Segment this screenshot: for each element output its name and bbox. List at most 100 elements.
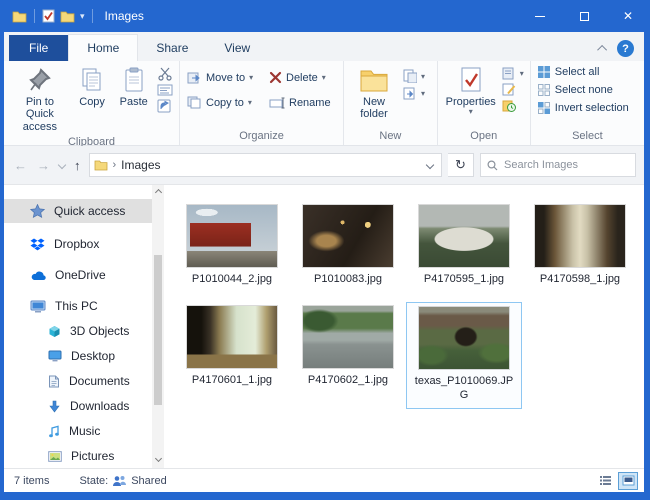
maximize-icon bbox=[580, 12, 589, 21]
address-bar[interactable]: › Images bbox=[89, 153, 443, 177]
search-icon bbox=[487, 160, 498, 171]
sidebar-item-desktop[interactable]: Desktop bbox=[4, 344, 166, 368]
sidebar-label: Documents bbox=[69, 374, 130, 388]
pin-label: Pin to Quick access bbox=[11, 96, 69, 133]
paste-icon bbox=[122, 67, 146, 93]
new-folder-label: New folder bbox=[351, 96, 397, 121]
large-icons-view-icon bbox=[622, 475, 635, 486]
details-view-icon bbox=[599, 475, 612, 486]
pushpin-icon bbox=[28, 67, 52, 93]
scroll-up-icon bbox=[154, 189, 161, 196]
main-area: Quick access Dropbox OneDrive This PC 3D… bbox=[4, 184, 644, 468]
onedrive-cloud-icon bbox=[30, 270, 46, 281]
sidebar-item-pictures[interactable]: Pictures bbox=[4, 444, 166, 468]
easy-access-icon bbox=[402, 86, 417, 100]
properties-qat-icon[interactable] bbox=[42, 9, 55, 23]
quick-access-star-icon bbox=[30, 204, 45, 218]
files-row-2: P4170601_1.jpg P4170602_1.jpg texas_P101… bbox=[174, 302, 644, 409]
file-thumbnail bbox=[419, 205, 509, 267]
sidebar-label: OneDrive bbox=[55, 268, 106, 282]
music-note-icon bbox=[48, 425, 60, 438]
edit-button[interactable] bbox=[502, 83, 524, 96]
tab-share[interactable]: Share bbox=[138, 35, 206, 61]
new-item-icon bbox=[402, 69, 417, 83]
customize-qat-dropdown-icon[interactable]: ▾ bbox=[80, 11, 85, 22]
open-button[interactable]: ▾ bbox=[502, 67, 524, 80]
divider bbox=[34, 9, 35, 23]
open-group-label: Open bbox=[438, 129, 530, 145]
sidebar-item-quick-access[interactable]: Quick access bbox=[4, 199, 152, 223]
copy-button[interactable]: Copy bbox=[72, 65, 113, 110]
breadcrumb-separator: › bbox=[113, 159, 117, 171]
ribbon-tab-strip: File Home Share View ? bbox=[4, 32, 644, 61]
minimize-ribbon-icon[interactable] bbox=[597, 45, 607, 55]
file-name: P4170595_1.jpg bbox=[410, 272, 518, 286]
sidebar-scrollbar[interactable] bbox=[152, 185, 164, 468]
sidebar-item-this-pc[interactable]: This PC bbox=[4, 294, 166, 318]
details-view-button[interactable] bbox=[595, 472, 615, 490]
invert-selection-label: Invert selection bbox=[555, 102, 629, 114]
move-to-button[interactable]: Move to ▾ bbox=[184, 69, 266, 86]
sidebar-label: Desktop bbox=[71, 349, 115, 363]
history-button[interactable] bbox=[502, 99, 524, 112]
delete-button[interactable]: Delete ▾ bbox=[266, 69, 329, 86]
copy-label: Copy bbox=[79, 96, 105, 108]
large-icons-view-button[interactable] bbox=[618, 472, 638, 490]
minimize-button[interactable] bbox=[518, 0, 562, 32]
paste-shortcut-button[interactable] bbox=[157, 99, 173, 113]
file-tile[interactable]: P4170602_1.jpg bbox=[290, 302, 406, 393]
invert-selection-button[interactable]: Invert selection bbox=[535, 101, 631, 115]
pin-to-quick-access-button[interactable]: Pin to Quick access bbox=[8, 65, 72, 135]
maximize-button[interactable] bbox=[562, 0, 606, 32]
title-bar: ▾ Images ✕ bbox=[0, 0, 650, 32]
new-item-button[interactable]: ▾ bbox=[402, 69, 425, 83]
sidebar-item-dropbox[interactable]: Dropbox bbox=[4, 232, 166, 256]
organize-group-label: Organize bbox=[180, 129, 343, 145]
new-folder-qat-icon[interactable] bbox=[60, 10, 75, 23]
paste-button[interactable]: Paste bbox=[112, 65, 155, 110]
new-folder-button[interactable]: New folder bbox=[348, 65, 400, 123]
up-button[interactable]: ↑ bbox=[72, 158, 83, 173]
search-input[interactable] bbox=[504, 159, 629, 171]
tab-home[interactable]: Home bbox=[68, 34, 138, 61]
file-tile[interactable]: P4170601_1.jpg bbox=[174, 302, 290, 393]
sidebar-item-documents[interactable]: Documents bbox=[4, 369, 166, 393]
cut-button[interactable] bbox=[157, 67, 173, 81]
tab-file[interactable]: File bbox=[9, 35, 68, 61]
help-icon[interactable]: ? bbox=[617, 40, 634, 57]
copy-to-button[interactable]: Copy to ▾ bbox=[184, 94, 266, 111]
scrollbar-thumb[interactable] bbox=[154, 255, 162, 405]
tab-view[interactable]: View bbox=[206, 35, 268, 61]
file-tile[interactable]: P4170598_1.jpg bbox=[522, 201, 638, 292]
file-name: P1010044_2.jpg bbox=[178, 272, 286, 286]
rename-button[interactable]: Rename bbox=[266, 94, 334, 111]
refresh-button[interactable]: ↻ bbox=[448, 153, 474, 177]
divider bbox=[92, 9, 93, 23]
ribbon-group-organize: Move to ▾ Delete ▾ Copy to ▾ bbox=[180, 61, 344, 145]
properties-button[interactable]: Properties ▾ bbox=[442, 65, 500, 119]
folder-icon[interactable] bbox=[12, 10, 27, 23]
file-tile-selected[interactable]: texas_P1010069.JPG bbox=[406, 302, 522, 409]
sidebar-item-downloads[interactable]: Downloads bbox=[4, 394, 166, 418]
easy-access-button[interactable]: ▾ bbox=[402, 86, 425, 100]
files-row-1: P1010044_2.jpg P1010083.jpg P4170595_1.j… bbox=[174, 201, 644, 292]
file-tile[interactable]: P1010044_2.jpg bbox=[174, 201, 290, 292]
move-to-label: Move to bbox=[206, 72, 245, 84]
search-box[interactable] bbox=[480, 153, 636, 177]
forward-button[interactable]: → bbox=[35, 158, 52, 173]
select-none-button[interactable]: Select none bbox=[535, 83, 615, 97]
breadcrumb[interactable]: Images bbox=[121, 158, 160, 172]
copy-path-button[interactable] bbox=[157, 84, 173, 96]
select-all-button[interactable]: Select all bbox=[535, 65, 602, 79]
dropdown-icon: ▾ bbox=[469, 108, 473, 117]
sidebar-item-3d-objects[interactable]: 3D Objects bbox=[4, 319, 166, 343]
invert-selection-icon bbox=[537, 101, 551, 115]
file-tile[interactable]: P1010083.jpg bbox=[290, 201, 406, 292]
sidebar-item-music[interactable]: Music bbox=[4, 419, 166, 443]
sidebar-item-onedrive[interactable]: OneDrive bbox=[4, 263, 166, 287]
close-button[interactable]: ✕ bbox=[606, 0, 650, 32]
recent-locations-dropdown-icon[interactable] bbox=[58, 161, 66, 169]
address-dropdown-icon[interactable] bbox=[426, 161, 434, 169]
back-button[interactable]: ← bbox=[12, 158, 29, 173]
file-tile[interactable]: P4170595_1.jpg bbox=[406, 201, 522, 292]
